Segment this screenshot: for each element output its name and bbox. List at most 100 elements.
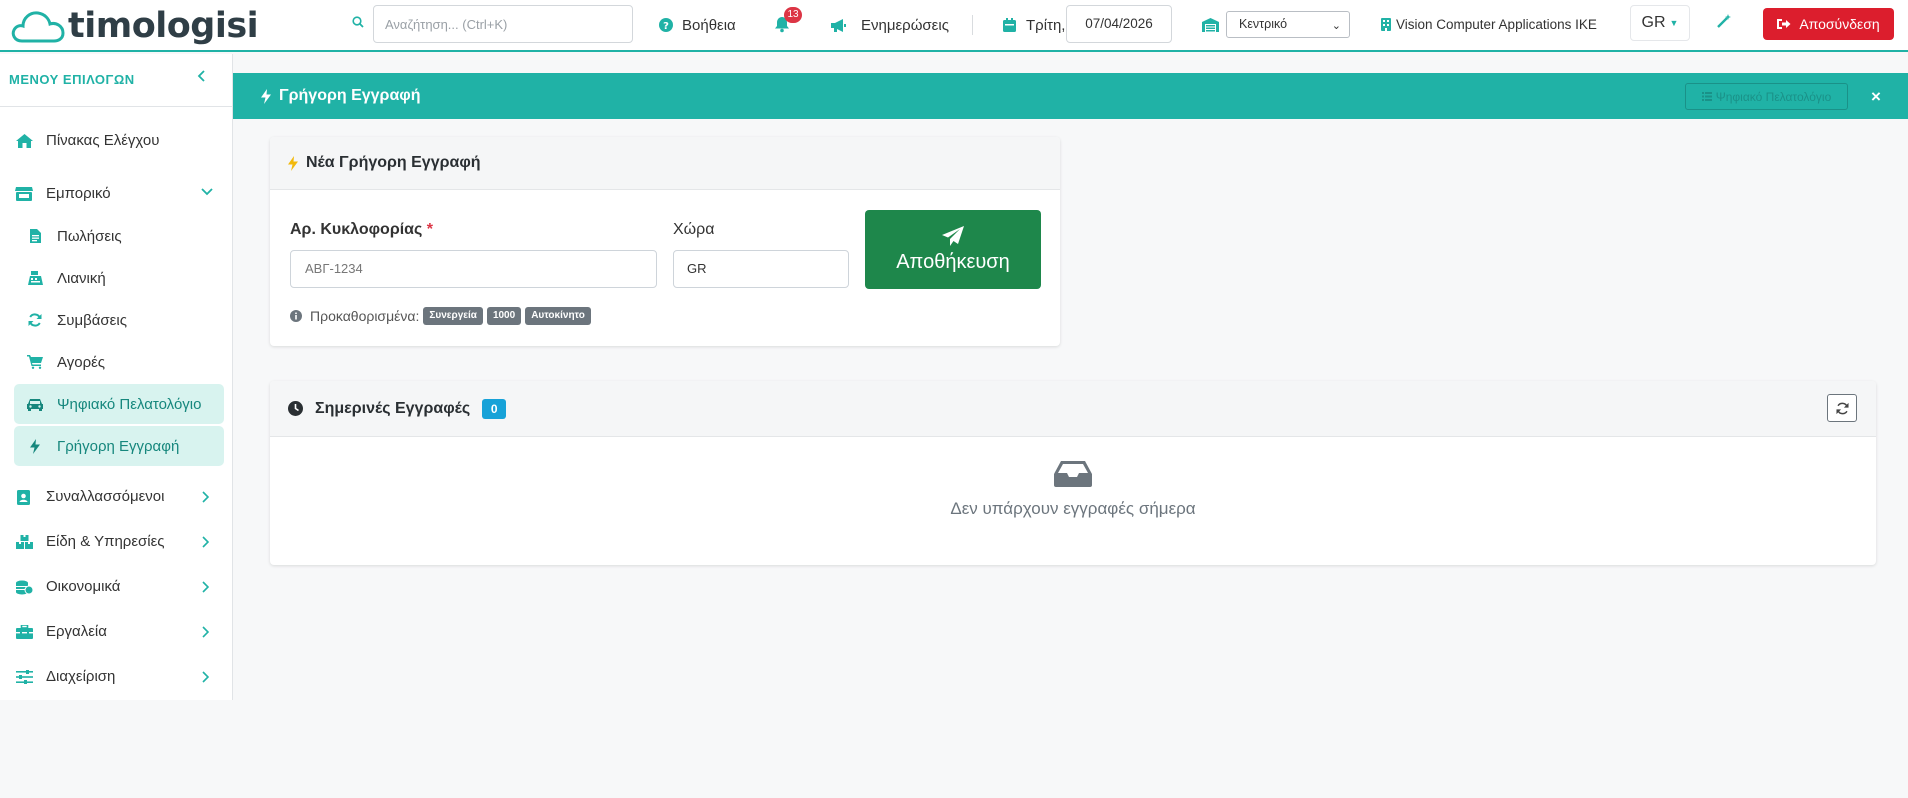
calendar-icon — [1003, 18, 1016, 32]
language-dropdown[interactable]: GR ▼ — [1630, 5, 1690, 41]
sidebar-item-tools[interactable]: Εργαλεία — [0, 613, 232, 649]
car-icon — [27, 396, 43, 412]
company-name: Vision Computer Applications IKE — [1396, 16, 1597, 32]
chevron-right-icon — [202, 671, 209, 683]
plate-label-text: Αρ. Κυκλοφορίας — [290, 221, 423, 238]
sidebar-item-products-services[interactable]: Είδη & Υπηρεσίες — [0, 523, 232, 559]
card-header: Σημερινές Εγγραφές 0 — [270, 381, 1876, 437]
top-bar: timologisi ? Βοήθεια 13 Ενημερώσεις Τρίτ… — [0, 0, 1908, 52]
refresh-icon — [1835, 402, 1849, 414]
chevron-right-icon — [202, 626, 209, 638]
company-info[interactable]: Vision Computer Applications IKE — [1381, 0, 1597, 48]
country-input[interactable]: GR — [673, 250, 849, 288]
chevron-right-icon — [202, 491, 209, 503]
sidebar-item-label: Εμπορικό — [46, 184, 111, 202]
preset-tag[interactable]: 1000 — [486, 307, 522, 325]
sliders-icon — [15, 669, 33, 685]
sync-icon — [27, 312, 43, 328]
preset-tag[interactable]: Συνεργεία — [423, 307, 483, 325]
brand-name: timologisi — [68, 6, 259, 46]
empty-state-text: Δεν υπάρχουν εγγραφές σήμερα — [950, 499, 1196, 518]
preset-tag[interactable]: Αυτοκίνητο — [525, 307, 591, 325]
chevron-down-icon — [201, 188, 213, 196]
chevron-left-icon[interactable] — [197, 69, 206, 83]
date-input[interactable]: 07/04/2026 — [1066, 5, 1172, 43]
bolt-icon — [27, 438, 43, 454]
coins-icon — [15, 579, 33, 595]
paper-plane-icon — [942, 225, 964, 246]
save-button[interactable]: Αποθήκευση — [865, 210, 1041, 289]
cloud-logo-icon — [11, 11, 65, 43]
sign-out-icon — [1777, 19, 1791, 29]
card-title: Νέα Γρήγορη Εγγραφή — [306, 154, 481, 171]
branch-value: Κεντρικό — [1239, 17, 1288, 31]
header-divider — [972, 15, 973, 35]
list-icon — [1701, 92, 1712, 101]
sidebar-item-commercial[interactable]: Εμπορικό — [0, 175, 232, 211]
app-logo[interactable]: timologisi — [10, 4, 259, 48]
notifications-button[interactable]: 13 — [772, 7, 812, 42]
entries-count-badge: 0 — [482, 398, 507, 419]
sidebar-item-sales[interactable]: Πωλήσεις — [14, 216, 224, 256]
sidebar-item-contacts[interactable]: Συναλλασσόμενοι — [0, 478, 232, 514]
today-entries-card: Σημερινές Εγγραφές 0 Δεν υπάρχουν εγγραφ… — [270, 381, 1876, 565]
sidebar-title: ΜΕΝΟΥ ΕΠΙΛΟΓΩΝ — [9, 72, 135, 87]
question-circle-icon: ? — [659, 18, 673, 32]
sidebar-item-finance[interactable]: Οικονομικά — [0, 568, 232, 604]
logout-label: Αποσύνδεση — [1799, 16, 1880, 32]
plate-number-label: Αρ. Κυκλοφορίας * — [290, 221, 433, 239]
card-title: Σημερινές Εγγραφές — [315, 399, 471, 417]
bolt-icon — [288, 155, 298, 171]
sidebar-item-dashboard[interactable]: Πίνακας Ελέγχου — [0, 122, 232, 158]
sidebar-item-purchases[interactable]: Αγορές — [14, 342, 224, 382]
search-icon — [352, 15, 364, 32]
bolt-icon — [261, 88, 271, 104]
help-label: Βοήθεια — [682, 16, 736, 34]
presets-label: Προκαθορισμένα: — [310, 308, 420, 324]
chevron-down-icon: ⌄ — [1331, 20, 1341, 32]
help-link[interactable]: ? Βοήθεια — [659, 0, 736, 50]
sidebar-item-label: Λιανική — [57, 269, 106, 287]
sidebar-item-label: Πωλήσεις — [57, 227, 122, 245]
sidebar-item-contracts[interactable]: Συμβάσεις — [14, 300, 224, 340]
sidebar-item-retail[interactable]: Λιανική — [14, 258, 224, 298]
save-label: Αποθήκευση — [896, 250, 1010, 273]
clock-icon — [288, 401, 303, 416]
branch-select[interactable]: Κεντρικό ⌄ — [1226, 11, 1350, 38]
language-value: GR — [1641, 14, 1666, 31]
close-button[interactable]: × — [1871, 87, 1881, 107]
contact-icon — [15, 489, 33, 505]
search-input[interactable] — [373, 5, 633, 43]
required-mark: * — [426, 221, 434, 238]
card-header: Νέα Γρήγορη Εγγραφή — [270, 137, 1060, 190]
store-icon — [15, 186, 33, 202]
inbox-icon — [1054, 461, 1092, 487]
refresh-button[interactable] — [1827, 394, 1857, 422]
page-header-banner: Γρήγορη Εγγραφή Ψηφιακό Πελατολόγιο × — [233, 73, 1908, 119]
sidebar-item-digital-client-registry[interactable]: Ψηφιακό Πελατολόγιο — [14, 384, 224, 424]
plate-number-input[interactable]: ΑΒΓ-1234 — [290, 250, 657, 288]
file-invoice-icon — [27, 228, 43, 244]
sidebar-item-label: Πίνακας Ελέγχου — [46, 131, 160, 149]
quick-entry-card: Νέα Γρήγορη Εγγραφή Αρ. Κυκλοφορίας * ΑΒ… — [270, 137, 1060, 346]
boxes-icon — [15, 534, 33, 550]
page-title: Γρήγορη Εγγραφή — [261, 73, 421, 119]
updates-link[interactable]: Ενημερώσεις — [830, 0, 949, 50]
info-circle-icon — [290, 310, 302, 322]
chevron-right-icon — [202, 536, 209, 548]
updates-label: Ενημερώσεις — [861, 16, 949, 34]
logout-button[interactable]: Αποσύνδεση — [1763, 8, 1894, 40]
home-icon — [15, 133, 33, 149]
building-icon — [1381, 17, 1391, 31]
magic-wand-icon[interactable] — [1716, 14, 1731, 29]
sidebar-item-administration[interactable]: Διαχείριση — [0, 658, 232, 694]
digital-client-registry-button[interactable]: Ψηφιακό Πελατολόγιο — [1685, 83, 1848, 110]
sidebar: ΜΕΝΟΥ ΕΠΙΛΟΓΩΝ Πίνακας Ελέγχου Εμπορικό … — [0, 54, 233, 700]
presets-row: Προκαθορισμένα: Συνεργεία 1000 Αυτοκίνητ… — [290, 307, 591, 325]
toolbox-icon — [15, 624, 33, 640]
sidebar-item-label: Γρήγορη Εγγραφή — [57, 437, 180, 455]
cart-icon — [27, 354, 43, 370]
sidebar-item-quick-entry[interactable]: Γρήγορη Εγγραφή — [14, 426, 224, 466]
sidebar-item-label: Είδη & Υπηρεσίες — [46, 532, 165, 550]
country-label: Χώρα — [673, 221, 715, 238]
